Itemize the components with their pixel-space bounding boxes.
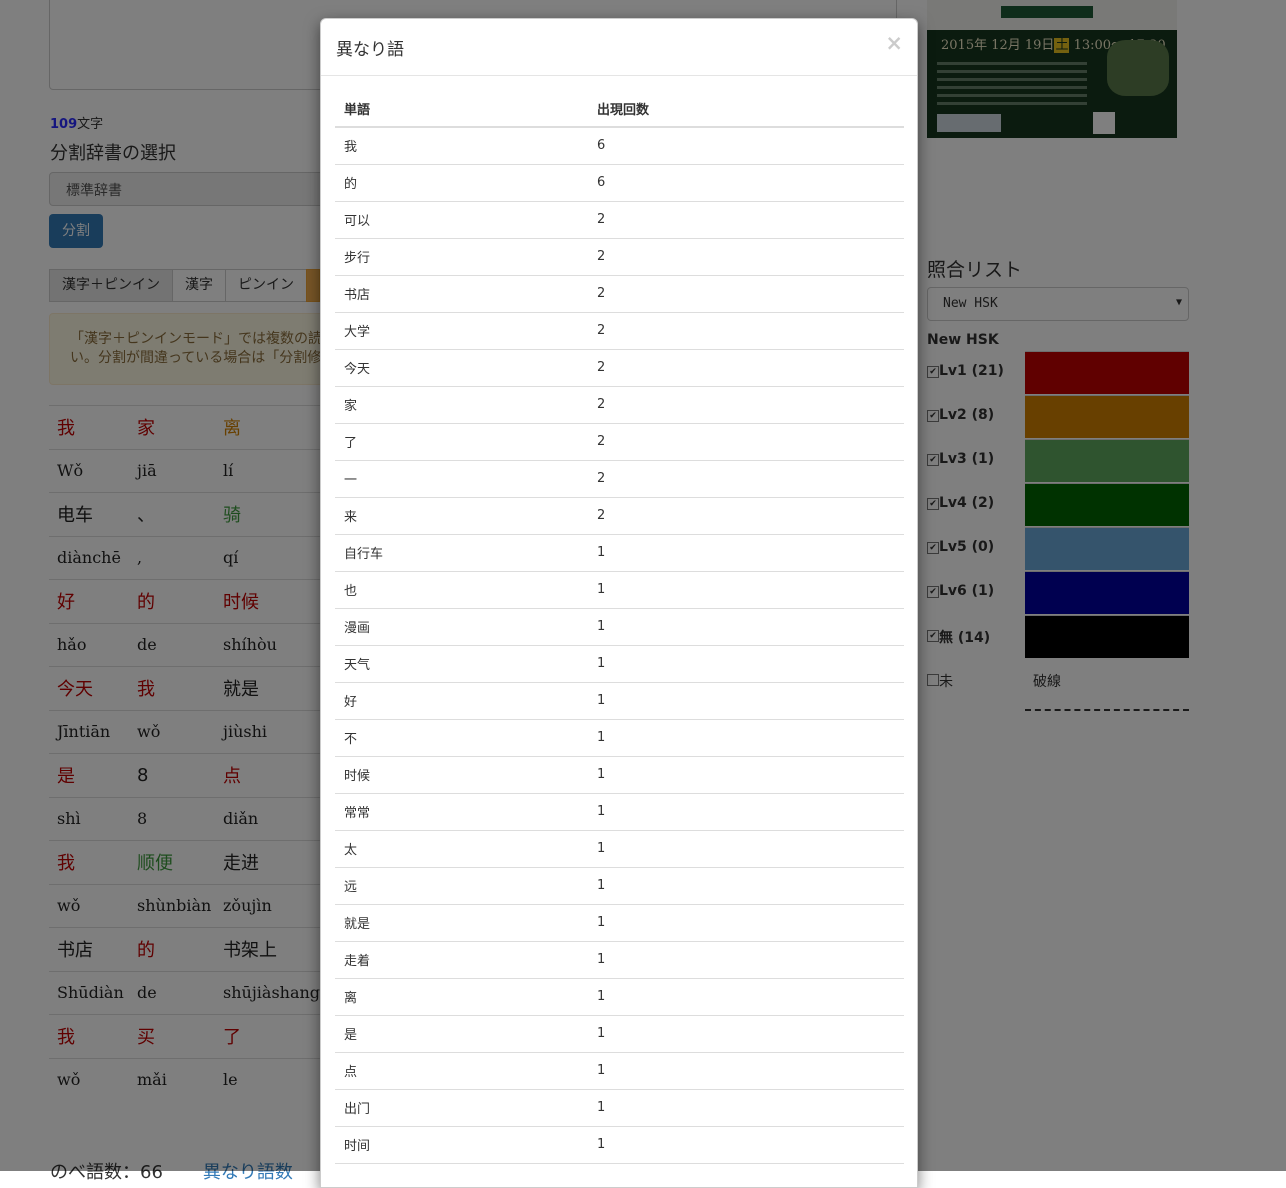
count-cell: 1 bbox=[588, 867, 904, 905]
word-frequency-modal: 異なり語 × 単語 出現回数 我 6 的 6 可以 2 步行 2 书店 2 大学 2 今天 2 家 2 了 2 一 2… bbox=[320, 18, 918, 1188]
table-row: 家2 bbox=[335, 386, 904, 424]
word-cell: 漫画 bbox=[335, 608, 588, 646]
table-row: 天气 1 bbox=[335, 645, 904, 683]
count-cell: 2 bbox=[588, 238, 904, 276]
table-row: 远1 bbox=[335, 867, 904, 905]
count-cell: 2 bbox=[588, 386, 904, 424]
word-cell: 就是 bbox=[335, 904, 588, 942]
count-cell: 1 bbox=[588, 1052, 904, 1090]
count-cell: 2 bbox=[588, 201, 904, 239]
word-cell: 书店 bbox=[335, 275, 588, 313]
table-row: 太1 bbox=[335, 830, 904, 868]
table-row: 自行车 1 bbox=[335, 534, 904, 572]
table-row: 是1 bbox=[335, 1015, 904, 1053]
count-cell: 1 bbox=[588, 793, 904, 831]
word-cell: 我 bbox=[335, 127, 588, 165]
count-cell: 1 bbox=[588, 645, 904, 683]
word-cell: 是 bbox=[335, 1015, 588, 1053]
table-row: 就是 1 bbox=[335, 904, 904, 942]
table-row: 书店 2 bbox=[335, 275, 904, 313]
table-row: 来2 bbox=[335, 497, 904, 535]
count-cell: 6 bbox=[588, 127, 904, 165]
count-cell: 2 bbox=[588, 423, 904, 461]
table-row: 一2 bbox=[335, 460, 904, 498]
frequency-table: 単語 出現回数 我 6 的 6 可以 2 步行 2 书店 2 大学 2 今天 2 家 2 了 2 一 2 来 2 自行车 1 也… bbox=[335, 91, 904, 1164]
word-cell: 走着 bbox=[335, 941, 588, 979]
word-cell: 也 bbox=[335, 571, 588, 609]
count-cell: 1 bbox=[588, 941, 904, 979]
count-cell: 1 bbox=[588, 1126, 904, 1164]
count-cell: 2 bbox=[588, 349, 904, 387]
table-row: 可以 2 bbox=[335, 201, 904, 239]
table-row: 大学 2 bbox=[335, 312, 904, 350]
table-row: 的6 bbox=[335, 164, 904, 202]
word-cell: 出门 bbox=[335, 1089, 588, 1127]
word-cell: 时间 bbox=[335, 1126, 588, 1164]
count-cell: 1 bbox=[588, 1089, 904, 1127]
word-cell: 一 bbox=[335, 460, 588, 498]
table-row: 也1 bbox=[335, 571, 904, 609]
count-cell: 1 bbox=[588, 978, 904, 1016]
word-cell: 好 bbox=[335, 682, 588, 720]
count-cell: 2 bbox=[588, 460, 904, 498]
count-cell: 2 bbox=[588, 275, 904, 313]
word-cell: 的 bbox=[335, 164, 588, 202]
table-row: 了2 bbox=[335, 423, 904, 461]
table-row: 走着 1 bbox=[335, 941, 904, 979]
word-cell: 步行 bbox=[335, 238, 588, 276]
word-cell: 不 bbox=[335, 719, 588, 757]
count-cell: 1 bbox=[588, 756, 904, 794]
count-cell: 1 bbox=[588, 1015, 904, 1053]
column-header-word[interactable]: 単語 bbox=[335, 91, 588, 128]
word-cell: 家 bbox=[335, 386, 588, 424]
word-cell: 太 bbox=[335, 830, 588, 868]
column-header-count[interactable]: 出現回数 bbox=[588, 91, 904, 128]
count-cell: 1 bbox=[588, 904, 904, 942]
word-cell: 了 bbox=[335, 423, 588, 461]
table-row: 漫画 1 bbox=[335, 608, 904, 646]
table-row: 常常 1 bbox=[335, 793, 904, 831]
word-cell: 点 bbox=[335, 1052, 588, 1090]
word-cell: 大学 bbox=[335, 312, 588, 350]
count-cell: 1 bbox=[588, 571, 904, 609]
count-cell: 1 bbox=[588, 534, 904, 572]
table-row: 时候 1 bbox=[335, 756, 904, 794]
modal-title: 異なり語 bbox=[336, 40, 404, 60]
count-cell: 1 bbox=[588, 830, 904, 868]
word-cell: 今天 bbox=[335, 349, 588, 387]
table-row: 点1 bbox=[335, 1052, 904, 1090]
table-row: 好1 bbox=[335, 682, 904, 720]
word-cell: 来 bbox=[335, 497, 588, 535]
word-cell: 离 bbox=[335, 978, 588, 1016]
word-cell: 远 bbox=[335, 867, 588, 905]
table-row: 出门 1 bbox=[335, 1089, 904, 1127]
count-cell: 2 bbox=[588, 312, 904, 350]
word-cell: 时候 bbox=[335, 756, 588, 794]
count-cell: 1 bbox=[588, 608, 904, 646]
word-cell: 常常 bbox=[335, 793, 588, 831]
table-row: 离1 bbox=[335, 978, 904, 1016]
modal-header: 異なり語 × bbox=[321, 19, 917, 76]
table-row: 我6 bbox=[335, 127, 904, 165]
modal-body: 単語 出現回数 我 6 的 6 可以 2 步行 2 书店 2 大学 2 今天 2 家 2 了 2 一 2 来 2 自行车 1 也… bbox=[321, 76, 917, 1164]
table-row: 时间 1 bbox=[335, 1126, 904, 1164]
frequency-table-body: 我 6 的 6 可以 2 步行 2 书店 2 大学 2 今天 2 家 2 了 2 一 2 来 2 自行车 1 也 1 漫画 1 天气 1 好… bbox=[335, 127, 904, 1164]
count-cell: 2 bbox=[588, 497, 904, 535]
word-cell: 天气 bbox=[335, 645, 588, 683]
count-cell: 6 bbox=[588, 164, 904, 202]
table-row: 步行 2 bbox=[335, 238, 904, 276]
count-cell: 1 bbox=[588, 719, 904, 757]
word-cell: 自行车 bbox=[335, 534, 588, 572]
count-cell: 1 bbox=[588, 682, 904, 720]
close-icon[interactable]: × bbox=[885, 31, 903, 55]
table-row: 不1 bbox=[335, 719, 904, 757]
table-row: 今天 2 bbox=[335, 349, 904, 387]
table-header-row: 単語 出現回数 bbox=[335, 91, 904, 128]
word-cell: 可以 bbox=[335, 201, 588, 239]
